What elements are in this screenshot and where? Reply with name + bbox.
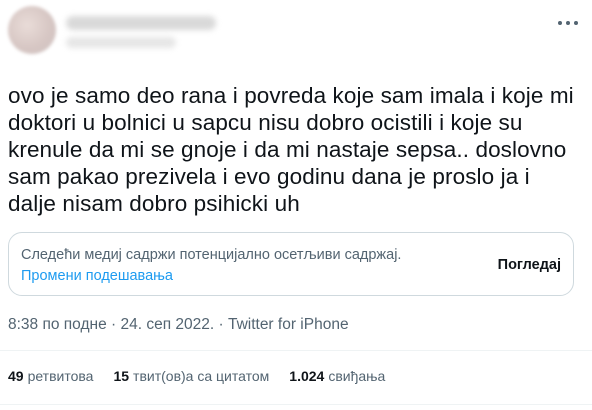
tweet-header [0,0,592,60]
sensitive-media-card: Следећи медиј садржи потенцијално осетљи… [8,232,574,296]
tweet-text: ovo je samo deo rana i povreda koje sam … [8,83,574,216]
more-horizontal-icon[interactable] [558,20,578,26]
divider [0,404,592,405]
view-button[interactable]: Погледај [498,257,561,273]
author-name-blurred[interactable] [66,16,216,30]
more-dot [566,21,570,25]
quote-tweets-stat[interactable]: 15 твит(ов)а са цитатом [113,368,269,384]
likes-stat[interactable]: 1.024 свиђања [289,368,385,384]
likes-label: свиђања [328,368,386,384]
quote-tweets-count: 15 [113,368,130,384]
author-handle-blurred [66,37,176,48]
tweet-stats: 49 ретвитова 15 твит(ов)а са цитатом 1.0… [8,368,405,384]
quote-tweets-label: твит(ов)а са цитатом [133,368,270,384]
more-dot [558,21,562,25]
retweets-count: 49 [8,368,24,384]
change-settings-link[interactable]: Промени подешавања [21,268,173,284]
divider [0,350,592,351]
avatar[interactable] [8,6,56,54]
more-dot [574,21,578,25]
retweets-label: ретвитова [27,368,94,384]
likes-count: 1.024 [289,368,325,384]
tweet-timestamp-source[interactable]: 8:38 по подне · 24. сеп 2022. · Twitter … [8,316,349,334]
retweets-stat[interactable]: 49 ретвитова [8,368,93,384]
sensitive-warning-text: Следећи медиј садржи потенцијално осетљи… [21,247,402,263]
